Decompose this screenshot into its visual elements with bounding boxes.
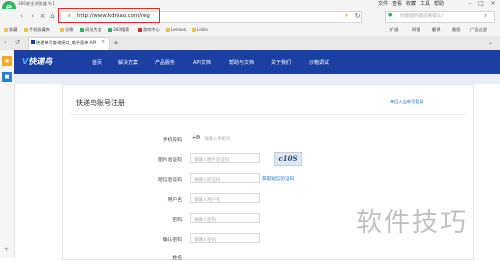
- phone-placeholder: 请输入手机号: [204, 137, 231, 142]
- menu-file[interactable]: 文件: [378, 0, 388, 7]
- username-placeholder: 请输入用户名: [194, 198, 221, 203]
- sms-code-label: 短信验证码: [158, 178, 182, 183]
- close-page-icon[interactable]: ×: [38, 12, 47, 21]
- nav-help[interactable]: 帮助与文档: [229, 59, 254, 66]
- nav-solutions[interactable]: 解决方案: [118, 59, 138, 66]
- menu-favorites[interactable]: 收藏: [406, 0, 416, 7]
- password-label: 密码: [172, 218, 182, 223]
- tab-list-icon[interactable]: ‹: [4, 39, 6, 46]
- tab-title: 快递单号查询接口_电子面单 API: [36, 40, 97, 45]
- phone-input[interactable]: 请输入手机号: [200, 133, 266, 143]
- sidebar-app-icon[interactable]: ■: [2, 72, 12, 82]
- nav-products[interactable]: 产品服务: [155, 59, 175, 66]
- menu-tools[interactable]: 工具: [420, 0, 430, 7]
- maximize-icon[interactable]: □: [476, 0, 486, 9]
- folder-icon: [166, 28, 170, 32]
- site-icon: [108, 28, 112, 32]
- image-code-label: 图片验证码: [158, 158, 182, 163]
- username-input[interactable]: 请输入用户名: [190, 193, 260, 203]
- back-icon[interactable]: ‹: [17, 12, 26, 21]
- menu-view[interactable]: 查看: [392, 0, 402, 7]
- phone-label: 手机号码: [162, 138, 182, 143]
- search-placeholder: 你能面的面前看得么？: [400, 14, 446, 19]
- page-title: 快递鸟账号注册: [76, 99, 125, 107]
- game-icon: [138, 28, 142, 32]
- image-code-input[interactable]: 请输入图片验证码: [190, 153, 260, 163]
- bookmark-mobile[interactable]: 手机收藏夹: [24, 27, 50, 33]
- forward-icon[interactable]: ›: [28, 12, 37, 21]
- menu-help[interactable]: 帮助: [434, 0, 444, 7]
- search-engine-icon[interactable]: ●: [388, 12, 392, 18]
- star-icon: [4, 28, 8, 32]
- nav-api-docs[interactable]: API文档: [193, 59, 211, 66]
- search-icon[interactable]: ⌕: [484, 12, 487, 20]
- folder-icon: [192, 28, 196, 32]
- bookmark-label: 游戏中心: [143, 27, 160, 32]
- bookmark-360search[interactable]: 360搜索: [108, 27, 129, 33]
- bookmark-label: 手机收藏夹: [29, 27, 50, 32]
- password-placeholder: 请输入密码: [194, 218, 216, 223]
- login-link[interactable]: 单回入当车号登录: [390, 99, 424, 105]
- new-tab-icon[interactable]: +: [113, 39, 119, 47]
- divider: [70, 114, 466, 115]
- tab-menu-icon[interactable]: ⌄: [488, 39, 493, 46]
- bookmark-favorites[interactable]: 收藏: [4, 27, 17, 33]
- bookmark-hao360[interactable]: 网址大全: [80, 27, 102, 33]
- minimize-icon[interactable]: –: [465, 0, 475, 9]
- captcha-image[interactable]: c10S: [274, 152, 302, 166]
- sms-code-placeholder: 请输入验证码: [194, 178, 221, 183]
- bookmark-label: 网址大全: [85, 27, 102, 32]
- site-logo[interactable]: V快递鸟: [22, 56, 52, 67]
- bookmark-links[interactable]: Links: [192, 27, 208, 32]
- confirm-password-placeholder: 请输入密码: [194, 238, 216, 243]
- password-input[interactable]: 请输入密码: [190, 213, 260, 223]
- close-window-icon[interactable]: ×: [488, 0, 498, 9]
- tab-close-icon[interactable]: ×: [101, 39, 105, 45]
- bookmark-label: Lenovo: [171, 27, 187, 32]
- screenshot-button[interactable]: 截图: [452, 27, 460, 33]
- nav-about[interactable]: 关于我们: [271, 59, 291, 66]
- nav-sandbox[interactable]: 沙箱调试: [309, 59, 329, 66]
- bookmark-label: 谷歌: [65, 27, 74, 32]
- adblock-button[interactable]: 广告过滤: [470, 27, 487, 33]
- image-code-placeholder: 请输入图片验证码: [194, 158, 230, 163]
- hero-strip: [14, 74, 500, 84]
- confirm-password-label: 确认密码: [162, 238, 182, 243]
- logo-text: 快递鸟: [28, 57, 53, 66]
- confirm-password-input[interactable]: 请输入密码: [190, 233, 260, 243]
- bookmark-label: 360搜索: [113, 27, 130, 32]
- translate-button[interactable]: 翻译: [432, 27, 440, 33]
- ext-button[interactable]: 扩展: [390, 27, 398, 33]
- favicon-icon: [31, 40, 35, 44]
- watermark: 软件技巧: [356, 208, 469, 238]
- bookmark-label: 收藏: [9, 27, 18, 32]
- lightning-icon[interactable]: ⚡: [342, 12, 351, 21]
- sidebar-star-icon[interactable]: ★: [2, 56, 12, 66]
- site-header: [14, 50, 500, 74]
- get-sms-code-button[interactable]: 获取短信验证码: [262, 176, 294, 182]
- folder-icon: [60, 28, 64, 32]
- url-highlight-box: [58, 8, 160, 23]
- bookmark-google[interactable]: 谷歌: [60, 27, 73, 33]
- username-label: 用户名: [167, 198, 182, 203]
- window-title: 360安全浏览器 9.1: [18, 1, 55, 6]
- restore-tab-icon[interactable]: ↺: [15, 39, 20, 46]
- refresh-icon[interactable]: ↻: [353, 12, 362, 21]
- bookmark-games[interactable]: 游戏中心: [138, 27, 160, 33]
- site-icon: [80, 28, 84, 32]
- sidebar-add-icon[interactable]: +: [4, 246, 9, 253]
- folder-icon: [24, 28, 28, 32]
- bookmark-label: Links: [197, 27, 208, 32]
- home-icon[interactable]: ⌂: [48, 12, 57, 21]
- sms-code-input[interactable]: 请输入验证码: [190, 173, 260, 183]
- bank-button[interactable]: 网银: [412, 27, 420, 33]
- bookmark-lenovo[interactable]: Lenovo: [166, 27, 186, 32]
- nav-home[interactable]: 首页: [92, 59, 102, 66]
